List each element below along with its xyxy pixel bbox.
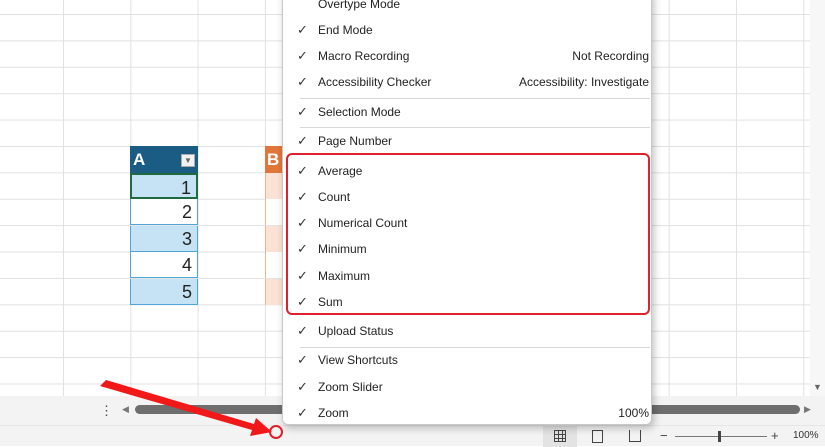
annotation-arrow (100, 380, 283, 439)
